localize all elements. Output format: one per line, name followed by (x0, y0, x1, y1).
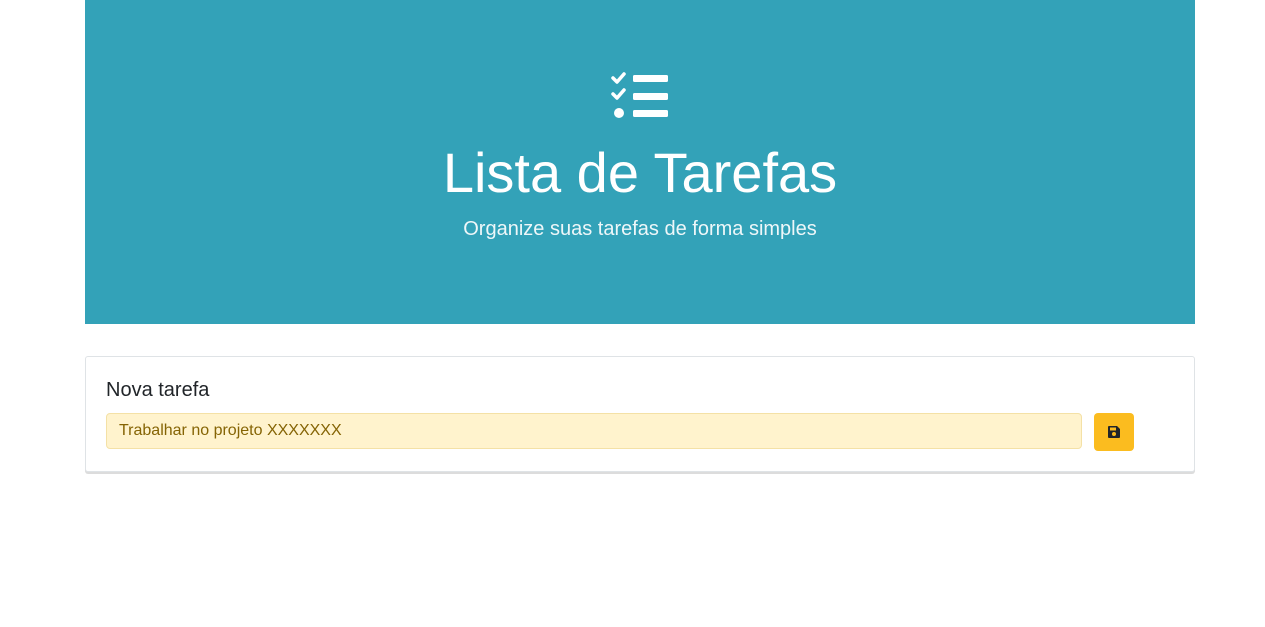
new-task-title: Nova tarefa (106, 379, 210, 401)
task-input[interactable] (106, 413, 1082, 449)
hero-banner: Lista de Tarefas Organize suas tarefas d… (85, 0, 1195, 324)
tasks-list-icon (611, 72, 668, 118)
new-task-card: Nova tarefa (85, 356, 1195, 472)
page: Lista de Tarefas Organize suas tarefas d… (0, 0, 1265, 627)
save-button[interactable] (1094, 413, 1134, 451)
page-title: Lista de Tarefas (442, 141, 838, 204)
save-icon (1108, 426, 1120, 438)
page-subtitle: Organize suas tarefas de forma simples (463, 218, 817, 240)
